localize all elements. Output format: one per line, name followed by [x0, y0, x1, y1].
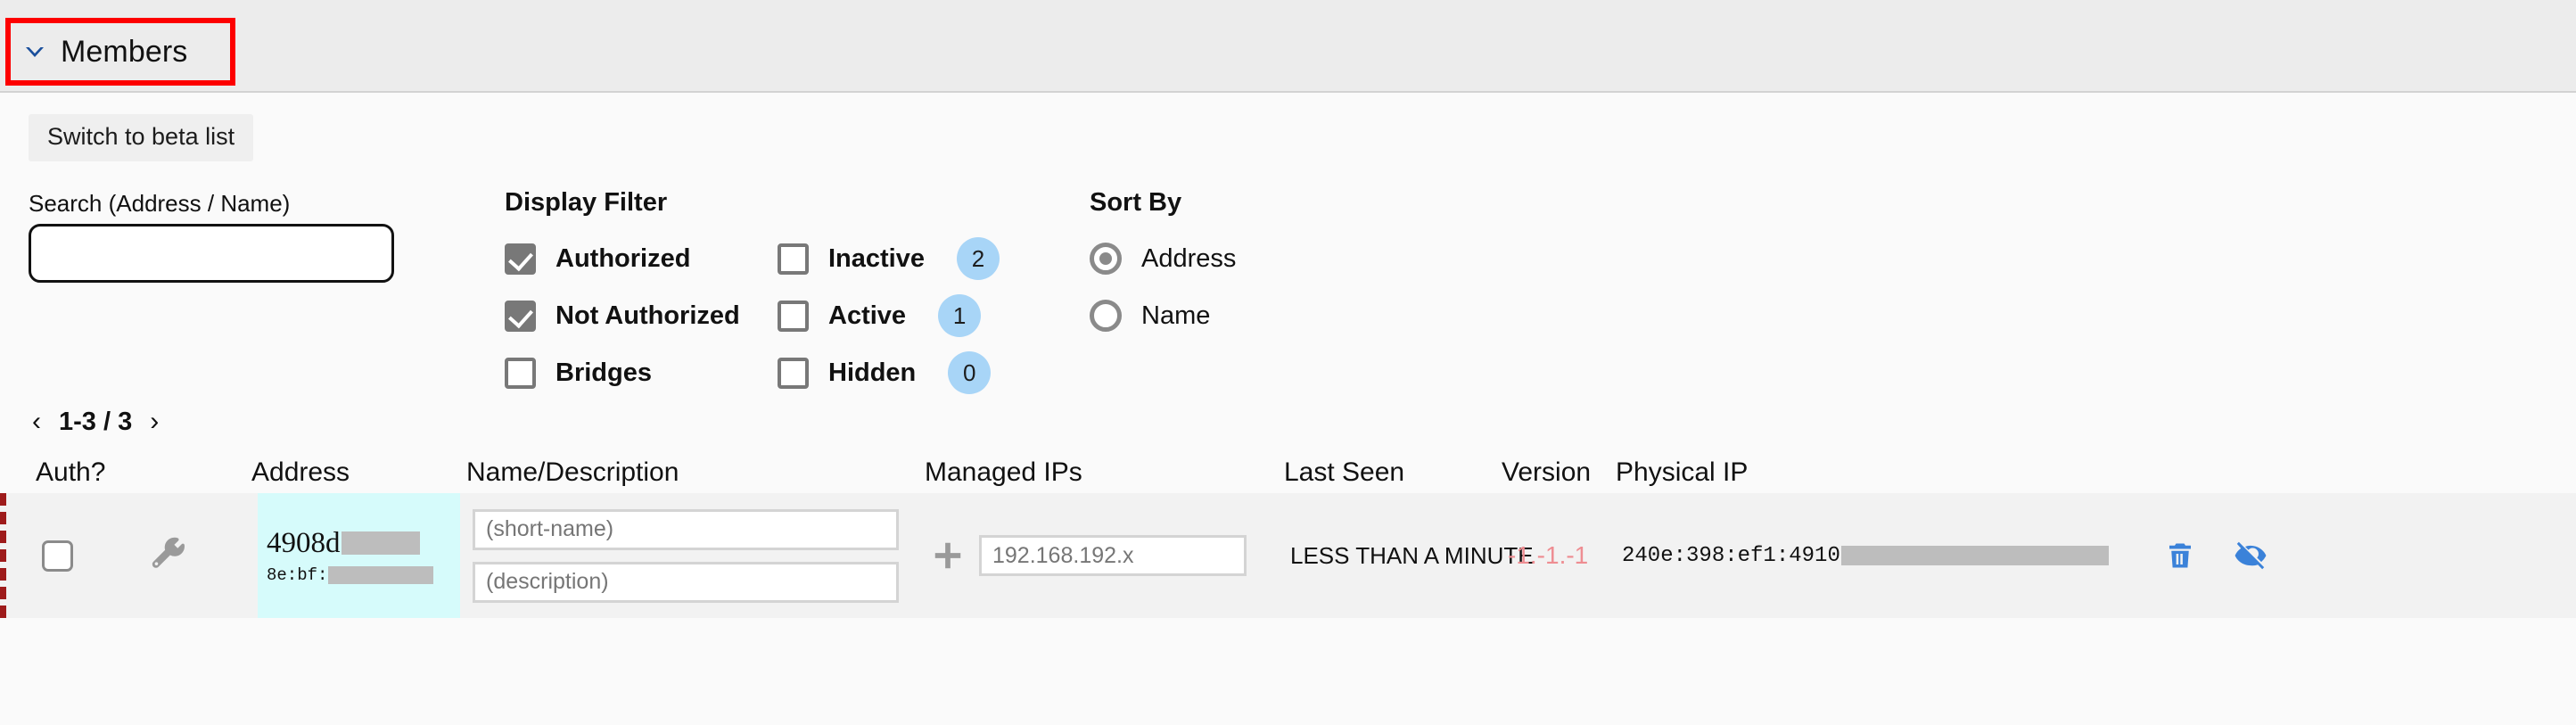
display-filter-title: Display Filter [505, 188, 668, 217]
column-header-physical-ip: Physical IP [1616, 457, 1749, 487]
sort-by-name-label: Name [1141, 301, 1211, 330]
filter-bridges-label: Bridges [556, 358, 652, 387]
filter-active[interactable]: Active 1 [778, 287, 1045, 344]
trash-icon[interactable] [2164, 540, 2196, 572]
chevron-left-icon[interactable]: ‹ [32, 408, 41, 435]
sort-by-address[interactable]: Address [1090, 230, 1236, 287]
chevron-right-icon[interactable]: › [150, 408, 159, 435]
version-value: -1.-1.-1 [1508, 541, 1589, 569]
search-group: Search (Address / Name) [29, 190, 394, 283]
table-header-row: Auth? Address Name/Description Managed I… [0, 443, 2576, 493]
cell-name-description [460, 493, 918, 618]
radio-address[interactable] [1090, 243, 1122, 275]
short-name-input[interactable] [473, 508, 899, 550]
members-table: Auth? Address Name/Description Managed I… [0, 443, 2576, 618]
column-header-version: Version [1502, 457, 1592, 487]
annotation-box [5, 18, 235, 86]
sort-by-address-label: Address [1141, 243, 1237, 273]
filter-inactive-label: Inactive [828, 243, 925, 273]
checkbox-authorized[interactable] [505, 243, 536, 275]
cell-managed-ips [918, 493, 1274, 618]
badge-active-count: 1 [938, 294, 982, 337]
badge-inactive-count: 2 [957, 237, 1000, 280]
description-input[interactable] [473, 561, 899, 603]
members-header-bar: Members [0, 0, 2576, 93]
checkbox-active[interactable] [778, 300, 809, 332]
search-label: Search (Address / Name) [29, 190, 291, 217]
search-input[interactable] [29, 224, 394, 283]
redaction-bar [341, 531, 420, 555]
column-header-managed-ips: Managed IPs [925, 457, 1082, 487]
sort-by-name[interactable]: Name [1090, 287, 1236, 344]
column-header-name: Name/Description [466, 457, 679, 487]
cell-actions [2121, 493, 2478, 618]
column-header-address: Address [251, 457, 350, 487]
column-header-auth: Auth? [36, 457, 106, 487]
checkbox-inactive[interactable] [778, 243, 809, 275]
cell-address[interactable]: 4908d 8e:bf: [258, 493, 460, 618]
physical-ip-value: 240e:398:ef1:4910 [1622, 544, 2109, 568]
eye-slash-icon[interactable] [2234, 539, 2267, 573]
checkbox-hidden[interactable] [778, 357, 809, 389]
redaction-bar [328, 565, 434, 584]
wrench-icon[interactable] [149, 536, 188, 575]
filter-hidden[interactable]: Hidden 0 [778, 344, 1045, 401]
radio-name[interactable] [1090, 300, 1122, 332]
display-filter-column-status: Inactive 2 Active 1 Hidden 0 [778, 230, 1045, 401]
filter-active-label: Active [828, 301, 907, 330]
redaction-bar [1840, 546, 2109, 565]
filter-not-authorized[interactable]: Not Authorized [505, 287, 778, 344]
plus-icon[interactable] [931, 539, 965, 573]
cell-last-seen: LESS THAN A MINUTE [1274, 493, 1534, 618]
filter-bridges[interactable]: Bridges [505, 344, 778, 401]
checkbox-not-authorized[interactable] [505, 300, 536, 332]
filter-not-authorized-label: Not Authorized [556, 301, 740, 330]
cell-physical-ip: 240e:398:ef1:4910 [1586, 493, 2121, 618]
checkbox-bridges[interactable] [505, 357, 536, 389]
cell-version: -1.-1.-1 [1508, 493, 1589, 618]
sort-by-title: Sort By [1090, 188, 1182, 217]
filter-hidden-label: Hidden [828, 358, 917, 387]
last-seen-value: LESS THAN A MINUTE [1290, 541, 1534, 569]
cell-tools [149, 493, 258, 618]
row-auth-checkbox[interactable] [42, 540, 73, 572]
column-header-last-seen: Last Seen [1284, 457, 1405, 487]
filters-region: Search (Address / Name) Display Filter A… [0, 183, 2576, 397]
table-row: 4908d 8e:bf: LESS THAN A [0, 493, 2576, 618]
pagination-range: 1-3 / 3 [59, 407, 133, 436]
filter-authorized[interactable]: Authorized [505, 230, 778, 287]
switch-to-beta-list-button[interactable]: Switch to beta list [29, 114, 254, 161]
display-filter-column-auth: Authorized Not Authorized Bridges [505, 230, 778, 401]
pagination: ‹ 1-3 / 3 › [0, 400, 2576, 443]
toolbar-row: Switch to beta list [0, 93, 2576, 161]
filter-authorized-label: Authorized [556, 243, 691, 273]
filter-inactive[interactable]: Inactive 2 [778, 230, 1045, 287]
sort-by-group: Sort By Address Name [1090, 190, 1236, 344]
badge-hidden-count: 0 [948, 351, 992, 394]
address-mac: 8e:bf: [267, 565, 434, 585]
display-filter-group: Display Filter Authorized Not Authorized… [505, 190, 1045, 401]
address-node-id: 4908d [267, 527, 420, 560]
managed-ip-input[interactable] [979, 535, 1247, 576]
cell-auth [6, 493, 149, 618]
